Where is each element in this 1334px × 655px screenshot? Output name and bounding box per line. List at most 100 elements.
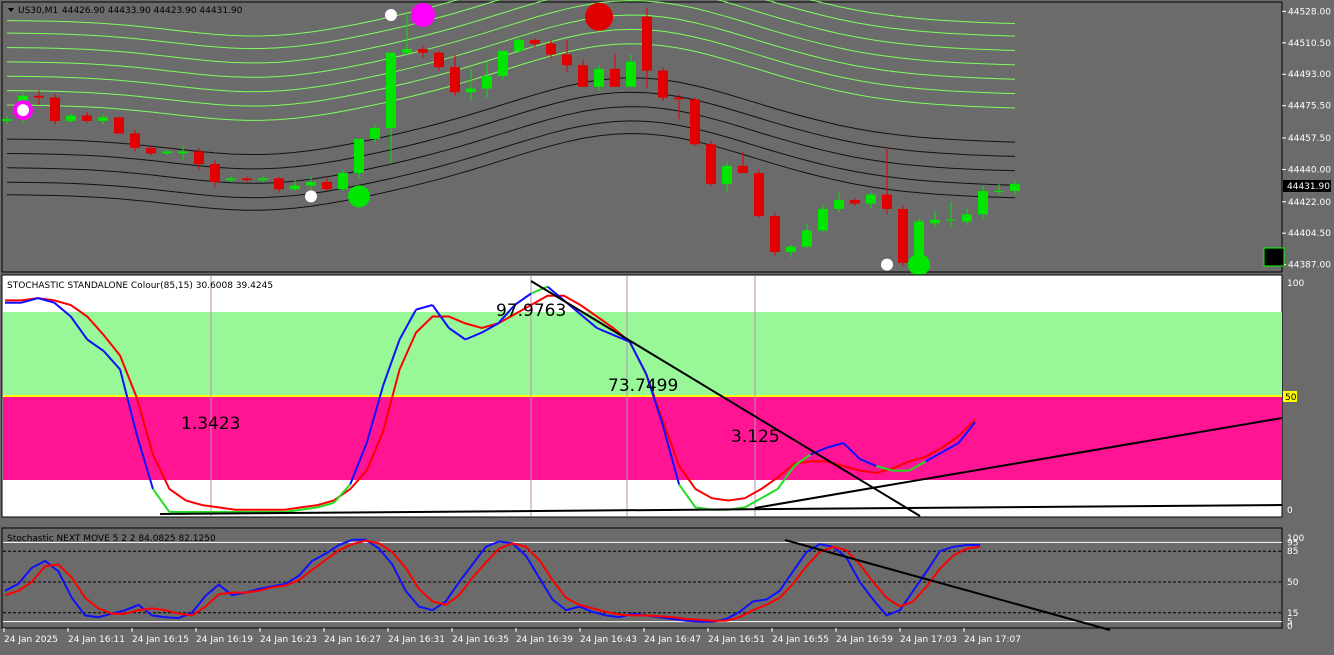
candle-bear bbox=[850, 199, 860, 204]
time-tick-label: 24 Jan 16:55 bbox=[772, 635, 829, 645]
candle-bull bbox=[2, 119, 12, 121]
candle-bear bbox=[434, 52, 444, 68]
signal-dot-red bbox=[585, 2, 613, 31]
chart-canvas[interactable]: US30,M1 44426.90 44433.90 44423.90 44431… bbox=[0, 0, 1334, 651]
stoch-axis-100: 100 bbox=[1287, 279, 1304, 289]
candle-bull bbox=[466, 88, 476, 93]
candle-bull bbox=[802, 230, 812, 247]
candle-bull bbox=[866, 194, 876, 204]
candle-bear bbox=[210, 164, 220, 182]
price-tick-label: 44422.00 bbox=[1288, 198, 1331, 208]
current-price-label: 44431.90 bbox=[1287, 182, 1330, 192]
time-tick-label: 24 Jan 16:31 bbox=[388, 635, 445, 645]
signal-dot-white bbox=[385, 8, 397, 21]
stoch-axis-0: 0 bbox=[1287, 506, 1293, 516]
candle-bear bbox=[898, 208, 908, 263]
candle-bull bbox=[178, 151, 188, 154]
ohlc-readout: 44426.90 44433.90 44423.90 44431.90 bbox=[62, 6, 243, 16]
candle-bear bbox=[706, 144, 716, 184]
candle-bull bbox=[722, 165, 732, 184]
candle-bear bbox=[130, 133, 140, 148]
candle-bull bbox=[482, 76, 492, 89]
candle-bear bbox=[530, 40, 540, 44]
stoch-sub-title: Stochastic NEXT MOVE 5 2 2 84.0825 82.12… bbox=[7, 534, 216, 544]
candle-bear bbox=[690, 99, 700, 145]
candle-bull bbox=[290, 185, 300, 190]
candle-bull bbox=[594, 68, 604, 87]
sub-axis-label: 0 bbox=[1287, 622, 1293, 632]
signal-dot-magenta bbox=[411, 2, 435, 27]
price-tick-label: 44404.50 bbox=[1288, 229, 1331, 239]
candle-bull bbox=[98, 117, 108, 121]
candle-bear bbox=[418, 49, 428, 53]
price-axis: 44528.00 44510.50 44493.00 44475.50 44457.50… bbox=[1282, 7, 1331, 271]
candle-bear bbox=[546, 43, 556, 55]
candle-bull bbox=[354, 138, 364, 174]
annotation-73: 73.7499 bbox=[608, 376, 678, 396]
candle-bear bbox=[674, 97, 684, 100]
trading-chart[interactable]: US30,M1 44426.90 44433.90 44423.90 44431… bbox=[0, 0, 1334, 651]
time-tick-label: 24 Jan 16:11 bbox=[68, 635, 125, 645]
signal-dot-white bbox=[881, 258, 893, 271]
sub-axis-label: 50 bbox=[1287, 578, 1299, 588]
time-tick-label: 24 Jan 16:47 bbox=[644, 635, 701, 645]
candle-bull bbox=[930, 219, 940, 224]
candle-bear bbox=[642, 16, 652, 71]
price-tick-label: 44528.00 bbox=[1288, 7, 1331, 17]
time-tick-label: 24 Jan 16:43 bbox=[580, 635, 637, 645]
price-tick-label: 44457.50 bbox=[1288, 134, 1331, 144]
candle-bear bbox=[770, 216, 780, 253]
time-tick-label: 24 Jan 16:23 bbox=[260, 635, 317, 645]
candle-bear bbox=[34, 95, 44, 98]
candle-bear bbox=[658, 70, 668, 98]
candle-bear bbox=[50, 97, 60, 121]
candle-bull bbox=[162, 151, 172, 154]
candle-bear bbox=[114, 117, 124, 134]
stoch-main-title: STOCHASTIC STANDALONE Colour(85,15) 30.6… bbox=[7, 281, 273, 291]
candle-bull bbox=[834, 199, 844, 209]
price-tick-label: 44475.50 bbox=[1288, 102, 1331, 112]
candle-bull bbox=[1010, 183, 1020, 191]
candle-bear bbox=[322, 182, 332, 190]
annotation-3-125: 3.125 bbox=[731, 427, 780, 447]
candle-bull bbox=[370, 128, 380, 139]
candle-bear bbox=[754, 173, 764, 217]
candle-bull bbox=[786, 246, 796, 253]
oversold-zone bbox=[3, 396, 1282, 480]
time-tick-label: 24 Jan 16:15 bbox=[132, 635, 189, 645]
candle-bull bbox=[994, 190, 1004, 192]
candle-bear bbox=[194, 151, 204, 165]
candle-bull bbox=[258, 178, 268, 181]
time-tick-label: 24 Jan 16:59 bbox=[836, 635, 893, 645]
candle-bear bbox=[274, 178, 284, 190]
signal-dot-green bbox=[908, 253, 930, 276]
trade-box[interactable] bbox=[1263, 247, 1285, 267]
price-tick-label: 44440.00 bbox=[1288, 165, 1331, 175]
time-tick-label: 24 Jan 16:51 bbox=[708, 635, 765, 645]
candle-bear bbox=[578, 65, 588, 87]
symbol-label: US30,M1 bbox=[18, 6, 58, 16]
sub-axis-label: 85 bbox=[1287, 547, 1298, 557]
price-tick-label: 44510.50 bbox=[1288, 39, 1331, 49]
candle-bear bbox=[146, 147, 156, 154]
signal-dot-white bbox=[305, 190, 317, 203]
candle-bull bbox=[498, 50, 508, 77]
candle-bull bbox=[402, 49, 412, 53]
time-tick-label: 24 Jan 16:39 bbox=[516, 635, 573, 645]
time-tick-label: 24 Jan 16:35 bbox=[452, 635, 509, 645]
annotation-97: 97.9763 bbox=[496, 301, 566, 321]
time-tick-label: 24 Jan 16:19 bbox=[196, 635, 253, 645]
candle-bull bbox=[306, 182, 316, 186]
candle-bull bbox=[978, 190, 988, 215]
candle-bear bbox=[610, 68, 620, 87]
stoch-sub-axis: 1009585501550 bbox=[1287, 534, 1304, 632]
annotation-1-34: 1.3423 bbox=[181, 414, 240, 434]
signal-dot-green bbox=[348, 185, 370, 208]
candle-bull bbox=[226, 178, 236, 181]
candle-bear bbox=[242, 178, 252, 181]
signal-dot-white bbox=[17, 104, 29, 117]
candle-bear bbox=[882, 194, 892, 209]
candle-bull bbox=[946, 219, 956, 221]
candle-bull bbox=[818, 208, 828, 231]
candle-bear bbox=[450, 67, 460, 93]
